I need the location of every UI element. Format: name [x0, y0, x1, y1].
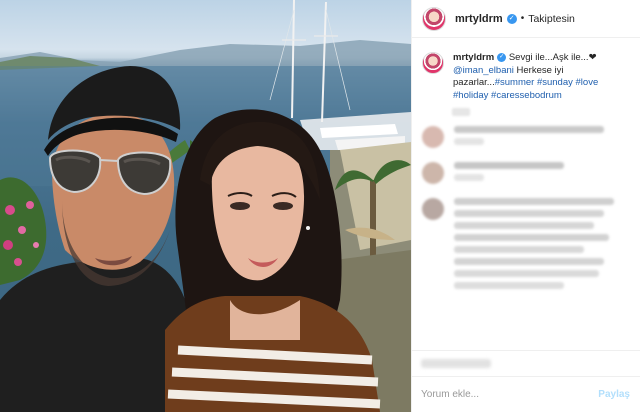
- caption-mention-link[interactable]: @iman_elbani: [453, 65, 514, 76]
- header-separator: •: [520, 13, 525, 24]
- blurred-comment-line: [454, 222, 594, 229]
- blurred-actions: [421, 359, 491, 368]
- blurred-comment-line: [454, 162, 564, 169]
- comment-list: [412, 116, 640, 294]
- blurred-comment-line: [454, 138, 484, 145]
- blurred-comment-line: [454, 246, 584, 253]
- hashtag-link[interactable]: #holiday: [453, 90, 488, 101]
- hashtag-link[interactable]: #love: [576, 77, 599, 88]
- comment-item: [422, 198, 630, 294]
- post-header: mrtyldrm ✓ • Takiptesin: [412, 0, 640, 38]
- caption-timestamp-blurred: [452, 108, 470, 116]
- blurred-comment-line: [454, 198, 614, 205]
- author-avatar[interactable]: [422, 6, 446, 31]
- caption-text: mrtyldrm ✓ Sevgi ile...Aşk ile...❤ @iman_…: [453, 52, 630, 102]
- blurred-comment-line: [454, 126, 604, 133]
- caption-verified-badge-icon: ✓: [497, 52, 507, 62]
- blurred-comment-line: [454, 258, 604, 265]
- caption-text-1: Sevgi ile...Aşk ile...: [506, 52, 589, 63]
- add-comment-bar: Paylaş: [411, 376, 640, 412]
- blurred-comment-line: [454, 270, 599, 277]
- commenter-avatar[interactable]: [422, 126, 444, 148]
- post-actions-bar-blurred: [411, 350, 640, 376]
- heart-emoji-icon: ❤: [588, 52, 597, 63]
- follow-status-button[interactable]: Takiptesin: [528, 13, 575, 25]
- comment-item: [422, 162, 630, 186]
- hashtag-link[interactable]: #caressebodrum: [491, 90, 562, 101]
- commenter-avatar[interactable]: [422, 198, 444, 220]
- post-photo[interactable]: [0, 0, 411, 412]
- author-username[interactable]: mrtyldrm: [455, 13, 503, 25]
- verified-badge-icon: ✓: [506, 13, 517, 24]
- post-caption: mrtyldrm ✓ Sevgi ile...Aşk ile...❤ @iman_…: [412, 38, 640, 102]
- comment-input[interactable]: [421, 389, 599, 400]
- caption-username[interactable]: mrtyldrm: [453, 52, 494, 63]
- blurred-comment-line: [454, 174, 484, 181]
- blurred-comment-line: [454, 210, 604, 217]
- caption-avatar[interactable]: [422, 52, 444, 74]
- blurred-comment-line: [454, 282, 564, 289]
- post-comment-button[interactable]: Paylaş: [598, 389, 630, 400]
- hashtag-link[interactable]: #sunday: [537, 77, 573, 88]
- comment-item: [422, 126, 630, 150]
- commenter-avatar[interactable]: [422, 162, 444, 184]
- hashtag-link[interactable]: #summer: [495, 77, 535, 88]
- blurred-comment-line: [454, 234, 609, 241]
- photo-scene: [0, 0, 411, 412]
